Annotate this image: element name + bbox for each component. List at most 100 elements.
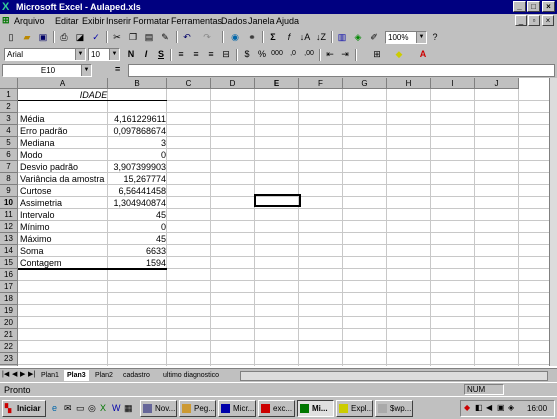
row-header-11[interactable]: 11	[0, 209, 18, 221]
hyperlink-icon[interactable]: ⚭	[245, 30, 259, 44]
cell-label-row-12[interactable]: Mínimo	[20, 222, 108, 233]
cell-value-row-6[interactable]: 0	[108, 150, 166, 161]
row-header-7[interactable]: 7	[0, 161, 18, 173]
close-button[interactable]: ×	[542, 1, 555, 12]
percent-icon[interactable]: %	[255, 47, 269, 61]
tab-first-icon[interactable]: |◀	[2, 370, 9, 378]
cut-icon[interactable]: ✂	[110, 30, 124, 44]
tab-cadastro[interactable]: cadastro	[120, 370, 153, 381]
menu-formatar[interactable]: Formatar	[133, 16, 170, 26]
cell-label-row-3[interactable]: Média	[20, 114, 108, 125]
underline-button[interactable]: S	[154, 47, 168, 61]
excel-app-icon[interactable]: X	[2, 1, 14, 13]
row-header-12[interactable]: 12	[0, 221, 18, 233]
row-header-23[interactable]: 23	[0, 353, 18, 365]
tab-next-icon[interactable]: ▶	[20, 370, 25, 378]
cell-value-row-8[interactable]: 15,267774	[108, 174, 166, 185]
font-color-icon[interactable]: A	[416, 47, 430, 61]
cell-value-row-11[interactable]: 45	[108, 210, 166, 221]
currency-icon[interactable]: $	[240, 47, 254, 61]
menu-exibir[interactable]: Exibir	[82, 16, 105, 26]
sort-descending-icon[interactable]: ↓Z	[314, 30, 328, 44]
workbook-icon[interactable]: ⊞	[2, 15, 12, 26]
column-header-i[interactable]: I	[431, 78, 475, 89]
chart-wizard-icon[interactable]: ▥	[335, 30, 349, 44]
minimize-button[interactable]: _	[513, 1, 526, 12]
column-header-e[interactable]: E	[255, 78, 299, 89]
menu-ajuda[interactable]: Ajuda	[276, 16, 299, 26]
select-all-corner[interactable]	[0, 78, 18, 89]
row-header-17[interactable]: 17	[0, 281, 18, 293]
cell-label-row-4[interactable]: Erro padrão	[20, 126, 108, 137]
tab-prev-icon[interactable]: ◀	[12, 370, 17, 378]
align-left-icon[interactable]: ≡	[174, 47, 188, 61]
format-painter-icon[interactable]: ✎	[158, 30, 172, 44]
row-header-21[interactable]: 21	[0, 329, 18, 341]
task-exc[interactable]: exc...	[258, 400, 295, 417]
redo-icon[interactable]: ↷	[200, 30, 214, 44]
fill-color-icon[interactable]: ◆	[392, 47, 406, 61]
align-center-icon[interactable]: ≡	[189, 47, 203, 61]
borders-icon[interactable]: ⊞	[370, 47, 384, 61]
row-header-1[interactable]: 1	[0, 89, 18, 101]
open-icon[interactable]: ▰	[20, 30, 34, 44]
row-header-14[interactable]: 14	[0, 245, 18, 257]
cell-label-row-8[interactable]: Variância da amostra	[20, 174, 108, 185]
cell-label-row-10[interactable]: Assimetria	[20, 198, 108, 209]
cell-label-row-5[interactable]: Mediana	[20, 138, 108, 149]
menu-ferramentas[interactable]: Ferramentas	[171, 16, 222, 26]
start-button[interactable]: ▚ Iniciar	[2, 400, 46, 417]
spreadsheet-grid[interactable]: ABCDEFGHIJ 1 2 3 4 5 6 7 8 9 10 11 12 13 14 15 16 17 18 19…	[0, 78, 557, 366]
formula-input[interactable]	[128, 64, 555, 77]
chevron-down-icon[interactable]: ▼	[416, 32, 426, 43]
row-header-16[interactable]: 16	[0, 269, 18, 281]
bold-button[interactable]: N	[124, 47, 138, 61]
word-quicklaunch-icon[interactable]: W	[112, 403, 121, 413]
font-size-combo[interactable]: 10 ▼	[88, 48, 120, 61]
column-header-d[interactable]: D	[211, 78, 255, 89]
horizontal-scrollbar[interactable]	[240, 371, 548, 381]
maximize-button[interactable]: □	[527, 1, 540, 12]
row-header-10[interactable]: 10	[0, 197, 18, 209]
cell-label-row-14[interactable]: Soma	[20, 246, 108, 257]
task-nov[interactable]: Nov...	[140, 400, 177, 417]
undo-icon[interactable]: ↶	[180, 30, 194, 44]
task-mi-active[interactable]: Mi...	[297, 400, 334, 417]
menu-editar[interactable]: Editar	[55, 16, 79, 26]
row-header-6[interactable]: 6	[0, 149, 18, 161]
tray-icon[interactable]: ◧	[475, 403, 483, 412]
doc-restore-button[interactable]: ▫	[528, 15, 540, 26]
function-icon[interactable]: f	[282, 30, 296, 44]
tab-plan2[interactable]: Plan2	[92, 370, 116, 381]
menu-janela[interactable]: Janela	[248, 16, 275, 26]
office-assistant-icon[interactable]: ?	[428, 30, 442, 44]
vertical-scrollbar[interactable]	[549, 78, 557, 366]
decrease-indent-icon[interactable]: ⇤	[323, 47, 337, 61]
app-quicklaunch-icon[interactable]: ▦	[124, 403, 133, 414]
speaker-icon[interactable]: ◀	[486, 403, 492, 412]
print-icon[interactable]: ⎙	[57, 30, 71, 44]
active-cell-selection[interactable]	[254, 194, 301, 207]
excel-quicklaunch-icon[interactable]: X	[100, 403, 106, 413]
row-header-3[interactable]: 3	[0, 113, 18, 125]
task-wp[interactable]: $wp...	[375, 400, 413, 417]
row-header-15[interactable]: 15	[0, 257, 18, 269]
row-header-9[interactable]: 9	[0, 185, 18, 197]
column-header-c[interactable]: C	[167, 78, 211, 89]
row-header-13[interactable]: 13	[0, 233, 18, 245]
column-header-b[interactable]: B	[108, 78, 167, 89]
doc-minimize-button[interactable]: _	[515, 15, 527, 26]
sort-ascending-icon[interactable]: ↓A	[298, 30, 312, 44]
column-header-f[interactable]: F	[299, 78, 343, 89]
italic-button[interactable]: I	[139, 47, 153, 61]
menu-dados[interactable]: Dados	[221, 16, 247, 26]
copy-icon[interactable]: ❐	[126, 30, 140, 44]
column-header-a[interactable]: A	[18, 78, 108, 89]
task-expl[interactable]: Expl...	[336, 400, 373, 417]
tab-last-icon[interactable]: ▶|	[28, 370, 35, 378]
cell-value-row-4[interactable]: 0,097868674	[108, 126, 166, 137]
desktop-quicklaunch-icon[interactable]: ▭	[76, 403, 85, 414]
autosum-icon[interactable]: Σ	[266, 30, 280, 44]
cell-value-row-7[interactable]: 3,907399903	[108, 162, 166, 173]
align-right-icon[interactable]: ≡	[204, 47, 218, 61]
